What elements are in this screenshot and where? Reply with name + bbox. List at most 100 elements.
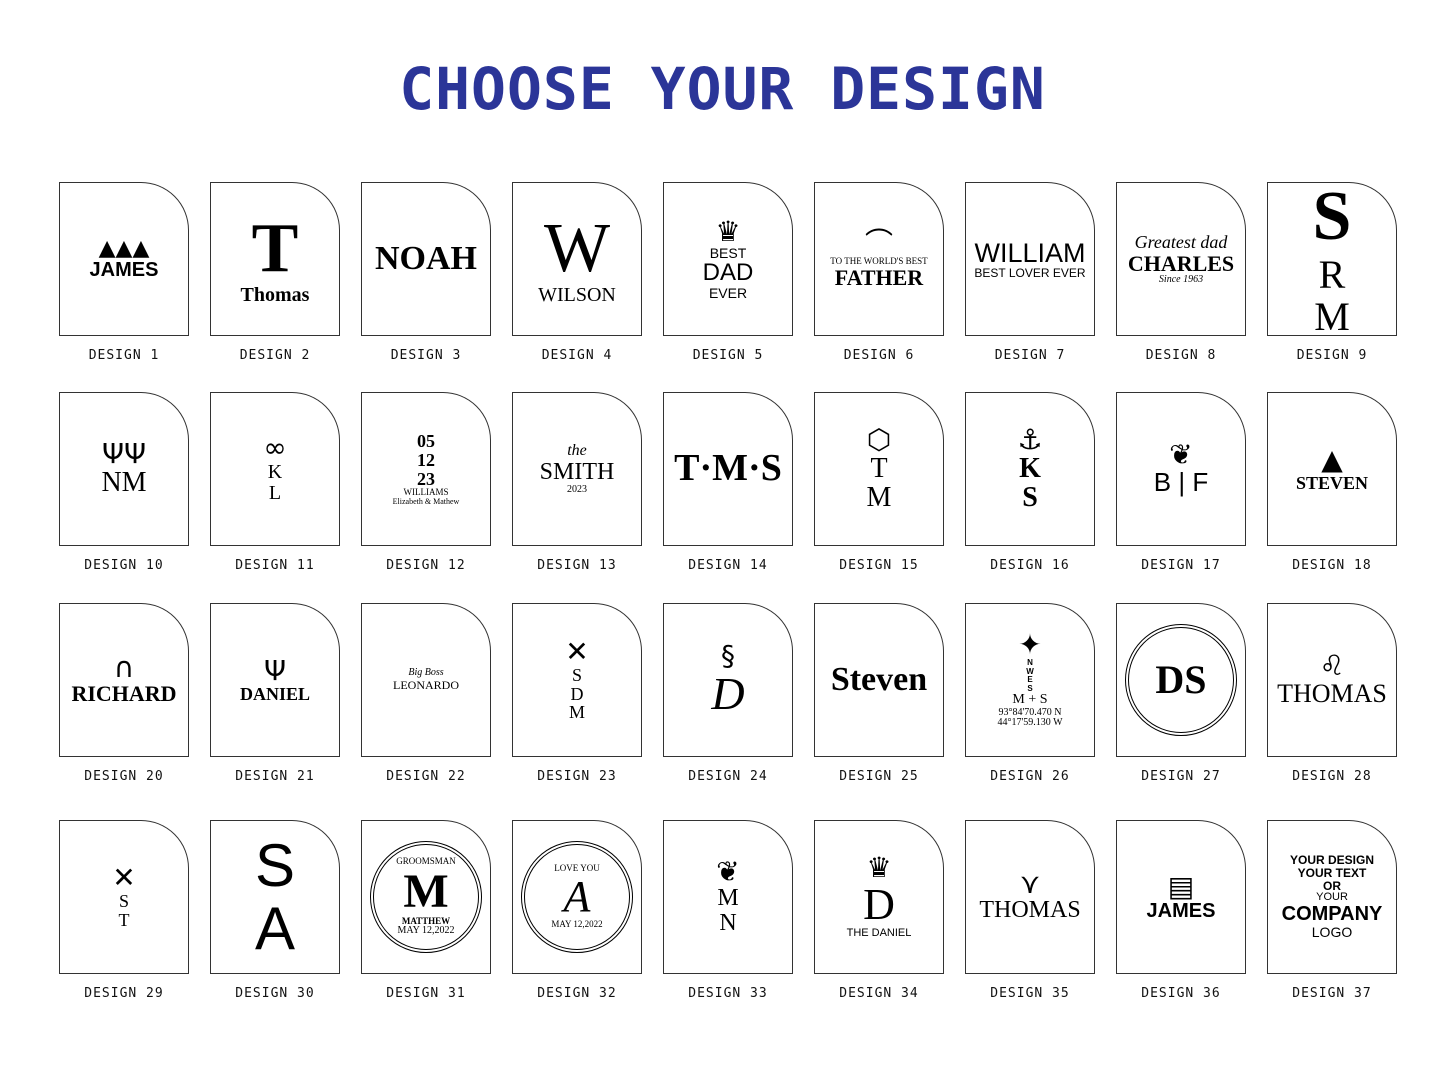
design-text: LOGO	[1311, 923, 1353, 940]
design-label: DESIGN 1	[88, 348, 160, 363]
design-card-28[interactable]: ✕ S T	[59, 820, 189, 974]
design-card-4[interactable]: W WILSON	[512, 182, 642, 336]
design-card-15[interactable]: ⬡ T M	[814, 392, 944, 546]
design-text: D	[863, 880, 895, 930]
design-label: DESIGN 16	[990, 558, 1070, 573]
design-card-12[interactable]: 05 12 23 WILLIAMS Elizabeth & Mathew	[361, 392, 491, 546]
design-text: SMITH	[539, 458, 615, 485]
design-card-10[interactable]: ΨΨ NM	[59, 392, 189, 546]
design-label: DESIGN 21	[235, 769, 315, 784]
design-text: BEST LOVER EVER	[974, 265, 1086, 280]
design-card-30[interactable]: GROOMSMAN M MATTHEW MAY 12,2022	[361, 820, 491, 974]
headphones-icon: ∩	[113, 651, 135, 685]
design-label: DESIGN 28	[1292, 769, 1372, 784]
design-label: DESIGN 25	[839, 769, 919, 784]
design-text: WILLIAM	[974, 237, 1086, 268]
shield-arrows-icon: ✕	[112, 861, 136, 895]
design-card-17[interactable]: ❦ B | F	[1116, 392, 1246, 546]
design-card-32[interactable]: ❦ M N	[663, 820, 793, 974]
design-card-21[interactable]: Big Boss LEONARDO	[361, 603, 491, 757]
infinity-icon: ∞	[263, 431, 287, 464]
circle-icon: LOVE YOU A MAY 12,2022	[521, 841, 633, 953]
lion-icon: ♌	[1319, 649, 1345, 683]
design-card-24[interactable]: Steven	[814, 603, 944, 757]
design-label: DESIGN 6	[843, 348, 915, 363]
crown-laurel-icon: ♛	[715, 214, 741, 248]
design-text: 2023	[567, 483, 587, 495]
design-card-36[interactable]: YOUR DESIGN YOUR TEXT OR YOUR COMPANY LOGO	[1267, 820, 1397, 974]
design-card-31[interactable]: LOVE YOU A MAY 12,2022	[512, 820, 642, 974]
design-card-34[interactable]: ⋎ THOMAS	[965, 820, 1095, 974]
page-title: CHOOSE YOUR DESIGN	[399, 55, 1046, 123]
design-text: COMPANY	[1281, 902, 1383, 925]
hexagon-icon: ⬡	[866, 422, 892, 456]
design-card-5[interactable]: ♛ BEST DAD EVER	[663, 182, 793, 336]
design-card-20[interactable]: Ψ DANIEL	[210, 603, 340, 757]
design-text: JAMES	[1146, 899, 1216, 922]
design-text: M	[717, 884, 739, 911]
design-text: LEONARDO	[393, 677, 459, 692]
antlers-icon: ΨΨ	[101, 437, 147, 471]
design-card-23[interactable]: § D	[663, 603, 793, 757]
design-card-18[interactable]: ▲ STEVEN	[1267, 392, 1397, 546]
design-text: B | F	[1153, 467, 1209, 498]
design-label: DESIGN 18	[1292, 558, 1372, 573]
design-text: 44°17'59.130 W	[997, 717, 1063, 729]
design-card-7[interactable]: WILLIAM BEST LOVER EVER	[965, 182, 1095, 336]
design-card-14[interactable]: T·M·S	[663, 392, 793, 546]
flag-icon: ▤	[1167, 869, 1195, 903]
design-card-27[interactable]: ♌ THOMAS	[1267, 603, 1397, 757]
design-card-25[interactable]: ✦ N W E S M + S 93°84'70.470 N 44°17'59.130 W	[965, 603, 1095, 757]
design-label: DESIGN 24	[688, 769, 768, 784]
design-card-16[interactable]: ⚓ K S	[965, 392, 1095, 546]
design-text: THOMAS	[979, 897, 1081, 924]
design-label: DESIGN 23	[537, 769, 617, 784]
design-card-11[interactable]: ∞ K L	[210, 392, 340, 546]
design-text: S	[1022, 482, 1038, 513]
design-card-6[interactable]: ⌒ TO THE WORLD'S BEST FATHER	[814, 182, 944, 336]
hat-mustache-icon: ⌒	[864, 225, 893, 259]
design-label: DESIGN 13	[537, 558, 617, 573]
design-card-2[interactable]: T Thomas	[210, 182, 340, 336]
design-label: DESIGN 27	[1141, 769, 1221, 784]
design-text: 23	[417, 468, 435, 489]
design-card-35[interactable]: ▤ JAMES	[1116, 820, 1246, 974]
design-label: DESIGN 22	[386, 769, 466, 784]
design-text: Steven	[830, 661, 928, 699]
design-text: T	[118, 910, 130, 930]
design-text: S	[118, 891, 129, 912]
design-text: M	[866, 482, 892, 513]
design-label: DESIGN 34	[839, 986, 919, 1001]
design-card-33[interactable]: ♛ D THE DANIEL	[814, 820, 944, 974]
design-label: DESIGN 33	[688, 986, 768, 1001]
design-label: DESIGN 3	[390, 348, 462, 363]
design-text: WILSON	[538, 284, 616, 307]
design-text: DS	[1155, 657, 1207, 702]
design-card-3[interactable]: NOAH	[361, 182, 491, 336]
design-text: N	[719, 910, 737, 936]
design-card-19[interactable]: ∩ RICHARD	[59, 603, 189, 757]
design-label: DESIGN 2	[239, 348, 311, 363]
design-text: YOUR TEXT	[1297, 866, 1367, 881]
design-card-29[interactable]: SA	[210, 820, 340, 974]
design-text: DAD	[702, 259, 754, 287]
design-text: T	[870, 452, 888, 484]
design-text: T·M·S	[674, 447, 782, 490]
design-card-26[interactable]: DS	[1116, 603, 1246, 757]
design-card-13[interactable]: the SMITH 2023	[512, 392, 642, 546]
design-text: W	[543, 209, 611, 287]
compass-icon: ✦	[1018, 628, 1042, 662]
design-card-22[interactable]: ✕ S D M	[512, 603, 642, 757]
design-label: DESIGN 5	[692, 348, 764, 363]
laurel-icon: ❦	[716, 854, 740, 888]
design-text: M	[1314, 293, 1350, 336]
design-card-8[interactable]: Greatest dad CHARLES Since 1963	[1116, 182, 1246, 336]
design-label: DESIGN 7	[994, 348, 1066, 363]
design-label: DESIGN 15	[839, 558, 919, 573]
bear-icon: ▲	[1321, 442, 1343, 476]
design-text: NM	[101, 467, 147, 499]
design-card-9[interactable]: SRM	[1267, 182, 1397, 336]
crown-icon: ♛	[866, 851, 892, 885]
design-card-1[interactable]: ▲▲▲ JAMES	[59, 182, 189, 336]
design-text: BEST	[709, 244, 747, 261]
